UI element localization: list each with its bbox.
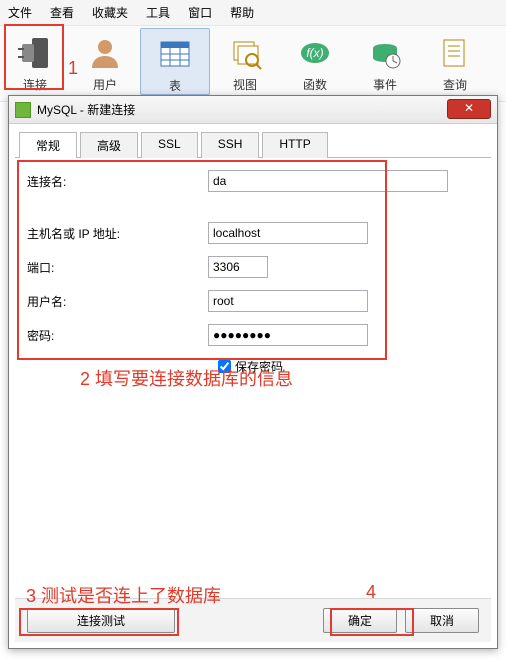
- dialog-tabs: 常规 高级 SSL SSH HTTP: [19, 132, 491, 158]
- label-host: 主机名或 IP 地址:: [23, 225, 208, 242]
- label-port: 端口:: [23, 259, 208, 276]
- menu-bar: 文件 查看 收藏夹 工具 窗口 帮助: [0, 0, 506, 26]
- ribbon-connect-label: 连接: [0, 76, 70, 93]
- test-connection-button[interactable]: 连接测试: [27, 608, 175, 633]
- app-icon: [15, 102, 31, 118]
- menu-favorites[interactable]: 收藏夹: [92, 4, 128, 21]
- input-connection-name[interactable]: [208, 170, 448, 192]
- ribbon-query-label: 查询: [420, 76, 490, 93]
- tab-advanced[interactable]: 高级: [80, 132, 138, 158]
- annotation-label-4: 4: [366, 582, 376, 603]
- ribbon-query[interactable]: 查询: [420, 28, 490, 95]
- cancel-button[interactable]: 取消: [405, 608, 479, 633]
- ribbon-user-label: 用户: [70, 76, 140, 93]
- query-icon: [420, 32, 490, 74]
- tab-general[interactable]: 常规: [19, 132, 77, 158]
- dialog-close-button[interactable]: ✕: [447, 99, 491, 119]
- annotation-label-2: 2 填写要连接数据库的信息: [80, 365, 293, 391]
- ribbon-table-label: 表: [141, 77, 209, 94]
- input-user[interactable]: [208, 290, 368, 312]
- form-area: 连接名: 主机名或 IP 地址: 端口: 用户名: 密码:: [15, 158, 491, 538]
- plug-icon: [0, 32, 70, 74]
- menu-tools[interactable]: 工具: [146, 4, 170, 21]
- menu-file[interactable]: 文件: [8, 4, 32, 21]
- input-host[interactable]: [208, 222, 368, 244]
- ribbon-view-label: 视图: [210, 76, 280, 93]
- table-icon: [141, 33, 209, 75]
- label-connection-name: 连接名:: [23, 173, 208, 190]
- label-password: 密码:: [23, 327, 208, 344]
- ok-button[interactable]: 确定: [323, 608, 397, 633]
- input-password[interactable]: [208, 324, 368, 346]
- dialog-title: MySQL - 新建连接: [37, 101, 135, 118]
- tab-ssl[interactable]: SSL: [141, 132, 198, 158]
- label-user: 用户名:: [23, 293, 208, 310]
- tab-ssh[interactable]: SSH: [201, 132, 260, 158]
- svg-text:f(x): f(x): [306, 46, 323, 60]
- annotation-label-3: 3 测试是否连上了数据库: [26, 582, 221, 608]
- function-icon: f(x): [280, 32, 350, 74]
- tab-http[interactable]: HTTP: [262, 132, 327, 158]
- menu-window[interactable]: 窗口: [188, 4, 212, 21]
- ribbon-view[interactable]: 视图: [210, 28, 280, 95]
- input-port[interactable]: [208, 256, 268, 278]
- view-icon: [210, 32, 280, 74]
- ribbon-function-label: 函数: [280, 76, 350, 93]
- event-icon: [350, 32, 420, 74]
- user-icon: [70, 32, 140, 74]
- annotation-label-1: 1: [68, 58, 78, 79]
- dialog-titlebar[interactable]: MySQL - 新建连接 ✕: [9, 96, 497, 124]
- ribbon-user[interactable]: 用户: [70, 28, 140, 95]
- ribbon-table[interactable]: 表: [140, 28, 210, 95]
- menu-view[interactable]: 查看: [50, 4, 74, 21]
- menu-help[interactable]: 帮助: [230, 4, 254, 21]
- ribbon-function[interactable]: f(x) 函数: [280, 28, 350, 95]
- ribbon-event-label: 事件: [350, 76, 420, 93]
- ribbon-connect[interactable]: 连接: [0, 28, 70, 95]
- ribbon-event[interactable]: 事件: [350, 28, 420, 95]
